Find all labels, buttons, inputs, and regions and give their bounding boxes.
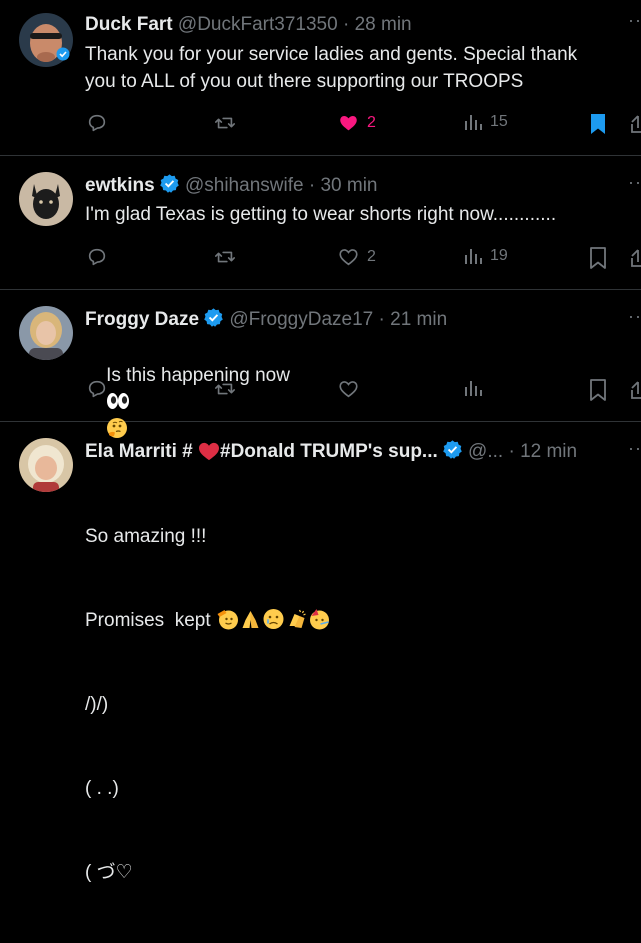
avatar[interactable] bbox=[19, 306, 73, 360]
separator: · bbox=[308, 175, 316, 196]
reply-icon bbox=[88, 380, 106, 398]
views-button[interactable] bbox=[463, 378, 483, 398]
saluting-face-emoji-icon bbox=[217, 610, 238, 630]
post-text: I'm glad Texas is getting to wear shorts… bbox=[85, 204, 557, 225]
view-count: 15 bbox=[490, 113, 508, 130]
share-button[interactable] bbox=[630, 246, 641, 270]
repost-button[interactable] bbox=[213, 246, 237, 268]
verified-icon bbox=[442, 440, 462, 459]
more-icon[interactable]: ·· bbox=[628, 10, 641, 31]
heart-icon bbox=[339, 381, 358, 398]
post-header: Ela Marriti # #Donald TRUMP's sup... @..… bbox=[85, 439, 577, 464]
post-body: So amazing !!! Promises kept /)/) ( . .)… bbox=[85, 467, 331, 943]
bookmark-button[interactable] bbox=[588, 112, 608, 136]
views-button[interactable]: 15 bbox=[463, 112, 508, 132]
share-icon bbox=[631, 249, 641, 267]
separator: · bbox=[508, 441, 515, 462]
heart-filled-icon bbox=[340, 115, 357, 131]
timestamp[interactable]: 12 min bbox=[520, 441, 577, 462]
badge-icon bbox=[56, 47, 70, 61]
bookmark-button[interactable] bbox=[588, 246, 608, 270]
author-handle[interactable]: @shihanswife bbox=[185, 175, 304, 196]
verified-icon bbox=[204, 308, 223, 327]
reply-icon bbox=[88, 114, 106, 132]
crying-face-emoji-icon bbox=[263, 609, 284, 629]
reply-icon bbox=[88, 248, 106, 266]
post-line: ( づ♡ bbox=[85, 862, 133, 883]
bookmark-filled-icon bbox=[591, 114, 605, 134]
post-elamarriti[interactable]: Ela Marriti # #Donald TRUMP's sup... @..… bbox=[0, 422, 641, 883]
post-line: /)/) bbox=[85, 694, 109, 715]
like-button[interactable] bbox=[337, 378, 360, 400]
share-button[interactable] bbox=[630, 378, 641, 402]
bookmark-icon bbox=[590, 247, 606, 269]
action-bar: 2 19 bbox=[0, 246, 641, 272]
post-header: ewtkins @shihanswife · 30 min bbox=[85, 173, 377, 198]
author-name-suffix[interactable]: #Donald TRUMP's sup... bbox=[220, 441, 438, 462]
like-button[interactable]: 2 bbox=[337, 112, 376, 134]
post-ewtkins[interactable]: ewtkins @shihanswife · 30 min ·· I'm gla… bbox=[0, 156, 641, 290]
separator: · bbox=[342, 14, 350, 35]
post-duckfart[interactable]: Duck Fart @DuckFart371350 · 28 min ·· Th… bbox=[0, 0, 641, 156]
more-icon[interactable]: ·· bbox=[628, 172, 641, 193]
repost-icon bbox=[215, 383, 235, 395]
views-icon bbox=[465, 381, 482, 396]
more-icon[interactable]: ·· bbox=[628, 306, 641, 327]
timestamp[interactable]: 21 min bbox=[390, 309, 447, 330]
author-handle[interactable]: @... bbox=[468, 441, 503, 462]
author-name[interactable]: Duck Fart bbox=[85, 14, 173, 35]
timestamp[interactable]: 30 min bbox=[320, 175, 377, 196]
red-heart-emoji-icon bbox=[199, 442, 219, 461]
share-button[interactable] bbox=[630, 112, 641, 136]
like-button[interactable]: 2 bbox=[337, 246, 376, 268]
author-handle[interactable]: @FroggyDaze17 bbox=[229, 309, 373, 330]
reply-button[interactable] bbox=[86, 246, 108, 268]
views-button[interactable]: 19 bbox=[463, 246, 508, 266]
post-line: So amazing !!! bbox=[85, 526, 207, 547]
author-name[interactable]: Froggy Daze bbox=[85, 309, 199, 330]
view-count: 19 bbox=[490, 247, 508, 264]
separator: · bbox=[378, 309, 385, 330]
bookmark-button[interactable] bbox=[588, 378, 608, 402]
avatar[interactable] bbox=[19, 172, 73, 226]
avatar[interactable] bbox=[19, 438, 73, 492]
more-icon[interactable]: ·· bbox=[628, 438, 641, 459]
repost-icon bbox=[215, 117, 235, 129]
post-line: ( . .) bbox=[85, 778, 119, 799]
author-handle[interactable]: @DuckFart371350 bbox=[178, 14, 338, 35]
heart-icon bbox=[339, 249, 358, 266]
post-text: Thank you for your service ladies and ge… bbox=[85, 44, 578, 92]
bookmark-icon bbox=[590, 379, 606, 401]
folded-hands-emoji-icon bbox=[242, 611, 259, 628]
post-line-with-emoji: Promises kept bbox=[85, 607, 331, 635]
post-header: Froggy Daze @FroggyDaze17 · 21 min bbox=[85, 307, 447, 332]
verified-icon bbox=[159, 174, 179, 193]
like-count: 2 bbox=[367, 248, 376, 265]
share-icon bbox=[631, 115, 641, 133]
repost-button[interactable] bbox=[213, 378, 237, 400]
repost-button[interactable] bbox=[213, 112, 237, 134]
post-header: Duck Fart @DuckFart371350 · 28 min bbox=[85, 13, 412, 37]
clapping-hands-emoji-icon bbox=[289, 609, 306, 628]
post-froggydaze[interactable]: Froggy Daze @FroggyDaze17 · 21 min ·· Is… bbox=[0, 290, 641, 438]
reply-button[interactable] bbox=[86, 112, 108, 134]
author-name[interactable]: ewtkins bbox=[85, 175, 155, 196]
reply-button[interactable] bbox=[86, 378, 108, 400]
timestamp[interactable]: 28 min bbox=[355, 14, 412, 35]
action-bar bbox=[0, 378, 641, 404]
partying-face-emoji-icon bbox=[309, 609, 329, 630]
views-icon bbox=[465, 249, 482, 264]
action-bar: 2 15 bbox=[0, 112, 641, 138]
repost-icon bbox=[215, 251, 235, 263]
views-icon bbox=[465, 115, 482, 130]
author-name-prefix[interactable]: Ela Marriti # bbox=[85, 441, 193, 462]
share-icon bbox=[631, 381, 641, 399]
like-count: 2 bbox=[367, 114, 376, 131]
